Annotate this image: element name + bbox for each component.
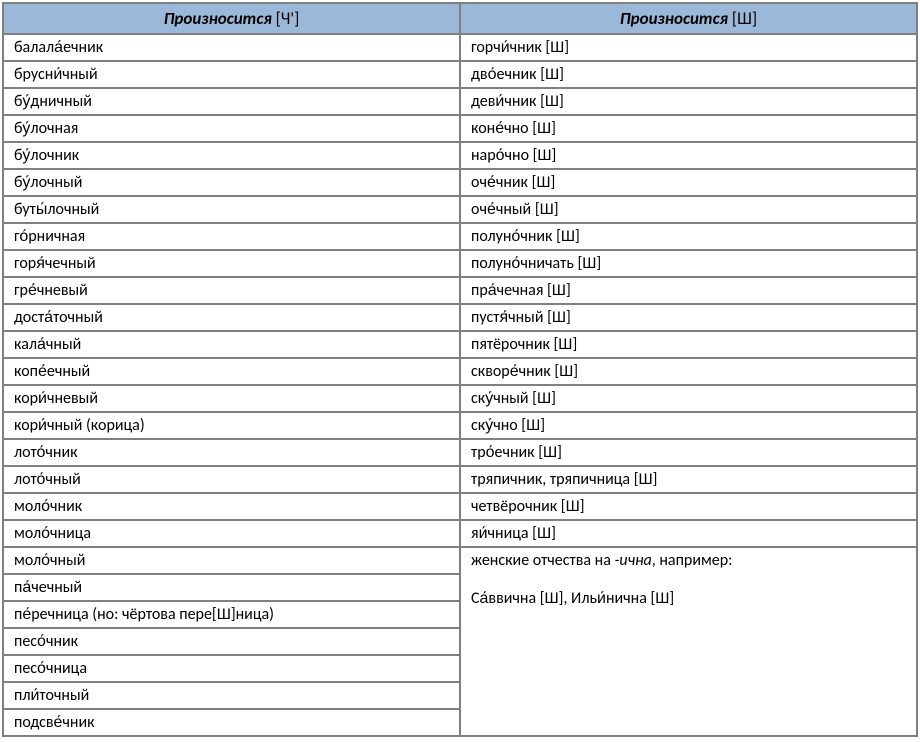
cell-col1: моло́чница (3, 520, 460, 547)
table-row: бу́лочныйоче́чник [Ш] (3, 169, 917, 196)
table-row: буты́лочныйоче́чный [Ш] (3, 196, 917, 223)
cell-col2: коне́чно [Ш] (460, 115, 917, 142)
table-row: балала́ечникгорчи́чник [Ш] (3, 34, 917, 61)
cell-col1: бу́лочник (3, 142, 460, 169)
table-row: бу́дничныйдеви́чник [Ш] (3, 88, 917, 115)
header-col1: Произносится [Ч'] (3, 3, 460, 34)
cell-col1: горя́чечный (3, 250, 460, 277)
table-row: гре́чневыйпра́чечная [Ш] (3, 277, 917, 304)
cell-col1: лото́чник (3, 439, 460, 466)
table-row: кори́чневыйску́чный [Ш] (3, 385, 917, 412)
cell-col2: полуно́чник [Ш] (460, 223, 917, 250)
cell-col1: пе́речница (но: чёртова пере[Ш]ница) (3, 601, 460, 628)
cell-col1: кала́чный (3, 331, 460, 358)
table-row: лото́чниктро́ечник [Ш] (3, 439, 917, 466)
cell-col2: деви́чник [Ш] (460, 88, 917, 115)
table-row: кала́чныйпятёрочник [Ш] (3, 331, 917, 358)
cell-col2: пра́чечная [Ш] (460, 277, 917, 304)
table-body: балала́ечникгорчи́чник [Ш]брусни́чныйдво… (3, 34, 917, 736)
cell-col2: тро́ечник [Ш] (460, 439, 917, 466)
cell-col1: го́рничная (3, 223, 460, 250)
cell-col1: бу́дничный (3, 88, 460, 115)
table-row: горя́чечныйполуно́чничать [Ш] (3, 250, 917, 277)
table-row: го́рничнаяполуно́чник [Ш] (3, 223, 917, 250)
cell-col1: подсве́чник (3, 709, 460, 736)
cell-col1: бу́лочная (3, 115, 460, 142)
cell-col2: четвёрочник [Ш] (460, 493, 917, 520)
table-row: моло́чникчетвёрочник [Ш] (3, 493, 917, 520)
cell-col2: ску́чно [Ш] (460, 412, 917, 439)
cell-col1: лото́чный (3, 466, 460, 493)
cell-col1: брусни́чный (3, 61, 460, 88)
cell-col1: песо́чница (3, 655, 460, 682)
cell-col1: гре́чневый (3, 277, 460, 304)
cell-col1: кори́чный (корица) (3, 412, 460, 439)
table-header-row: Произносится [Ч'] Произносится [Ш] (3, 3, 917, 34)
header-col1-suffix: [Ч'] (272, 8, 299, 29)
merged-line2: Са́ввична [Ш], Ильи́нична [Ш] (471, 589, 906, 608)
cell-col1: доста́точный (3, 304, 460, 331)
merged-line1: женские отчества на -ична, например: (471, 551, 906, 570)
cell-col2: скворе́чник [Ш] (460, 358, 917, 385)
table-row: доста́точныйпустя́чный [Ш] (3, 304, 917, 331)
cell-col2: пустя́чный [Ш] (460, 304, 917, 331)
table-row: бу́лочникнаро́чно [Ш] (3, 142, 917, 169)
header-col2-italic: Произносится (620, 8, 728, 29)
cell-col2: ску́чный [Ш] (460, 385, 917, 412)
cell-col2: дво́ечник [Ш] (460, 61, 917, 88)
cell-col1: моло́чник (3, 493, 460, 520)
cell-col1: моло́чный (3, 547, 460, 574)
cell-col1: пли́точный (3, 682, 460, 709)
cell-col1: па́чечный (3, 574, 460, 601)
merged-cell-col2: женские отчества на -ична, например: Са́… (460, 547, 917, 736)
cell-col2: оче́чный [Ш] (460, 196, 917, 223)
cell-col2: тряпичник, тряпичница [Ш] (460, 466, 917, 493)
cell-col1: буты́лочный (3, 196, 460, 223)
merged-gap (471, 570, 906, 589)
table-row: лото́чныйтряпичник, тряпичница [Ш] (3, 466, 917, 493)
cell-col2: наро́чно [Ш] (460, 142, 917, 169)
cell-col1: бу́лочный (3, 169, 460, 196)
header-col2-suffix: [Ш] (728, 8, 757, 29)
cell-col2: горчи́чник [Ш] (460, 34, 917, 61)
cell-col1: песо́чник (3, 628, 460, 655)
cell-col2: пятёрочник [Ш] (460, 331, 917, 358)
cell-col2: яи́чница [Ш] (460, 520, 917, 547)
header-col2: Произносится [Ш] (460, 3, 917, 34)
cell-col1: копе́ечный (3, 358, 460, 385)
header-col1-italic: Произносится (164, 8, 272, 29)
table-row: моло́чницаяи́чница [Ш] (3, 520, 917, 547)
table-row: копе́ечныйскворе́чник [Ш] (3, 358, 917, 385)
cell-col1: балала́ечник (3, 34, 460, 61)
cell-col2: оче́чник [Ш] (460, 169, 917, 196)
table-row: брусни́чныйдво́ечник [Ш] (3, 61, 917, 88)
table-row: кори́чный (корица)ску́чно [Ш] (3, 412, 917, 439)
cell-col2: полуно́чничать [Ш] (460, 250, 917, 277)
pronunciation-table: Произносится [Ч'] Произносится [Ш] балал… (2, 2, 918, 737)
cell-col1: кори́чневый (3, 385, 460, 412)
table-row: моло́чный женские отчества на -ична, напр… (3, 547, 917, 574)
table-row: бу́лочнаяконе́чно [Ш] (3, 115, 917, 142)
